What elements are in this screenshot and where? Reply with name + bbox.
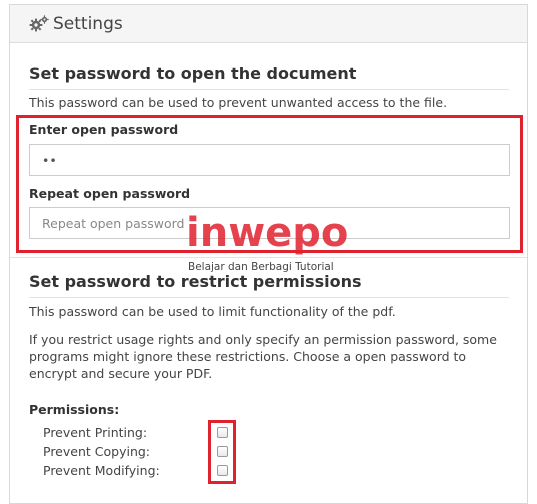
section-separator [10, 257, 527, 258]
prevent-modifying-label: Prevent Modifying: [43, 463, 160, 478]
restrict-note-line-3: encrypt and secure your PDF. [29, 366, 213, 381]
highlight-box-checkboxes [208, 420, 236, 484]
section-divider [29, 89, 509, 90]
panel-header: Settings [10, 5, 527, 43]
panel-title: Settings [53, 13, 123, 34]
prevent-copying-label: Prevent Copying: [43, 444, 151, 459]
restrict-permissions-heading: Set password to restrict permissions [29, 272, 362, 291]
gears-icon [29, 14, 49, 33]
watermark-logo: inwepo [186, 210, 349, 256]
restrict-description: This password can be used to limit funct… [29, 304, 396, 319]
prevent-printing-label: Prevent Printing: [43, 425, 148, 440]
open-password-description: This password can be used to prevent unw… [29, 95, 448, 110]
permissions-label: Permissions: [29, 402, 120, 417]
section-divider [29, 297, 509, 298]
open-password-heading: Set password to open the document [29, 64, 357, 83]
